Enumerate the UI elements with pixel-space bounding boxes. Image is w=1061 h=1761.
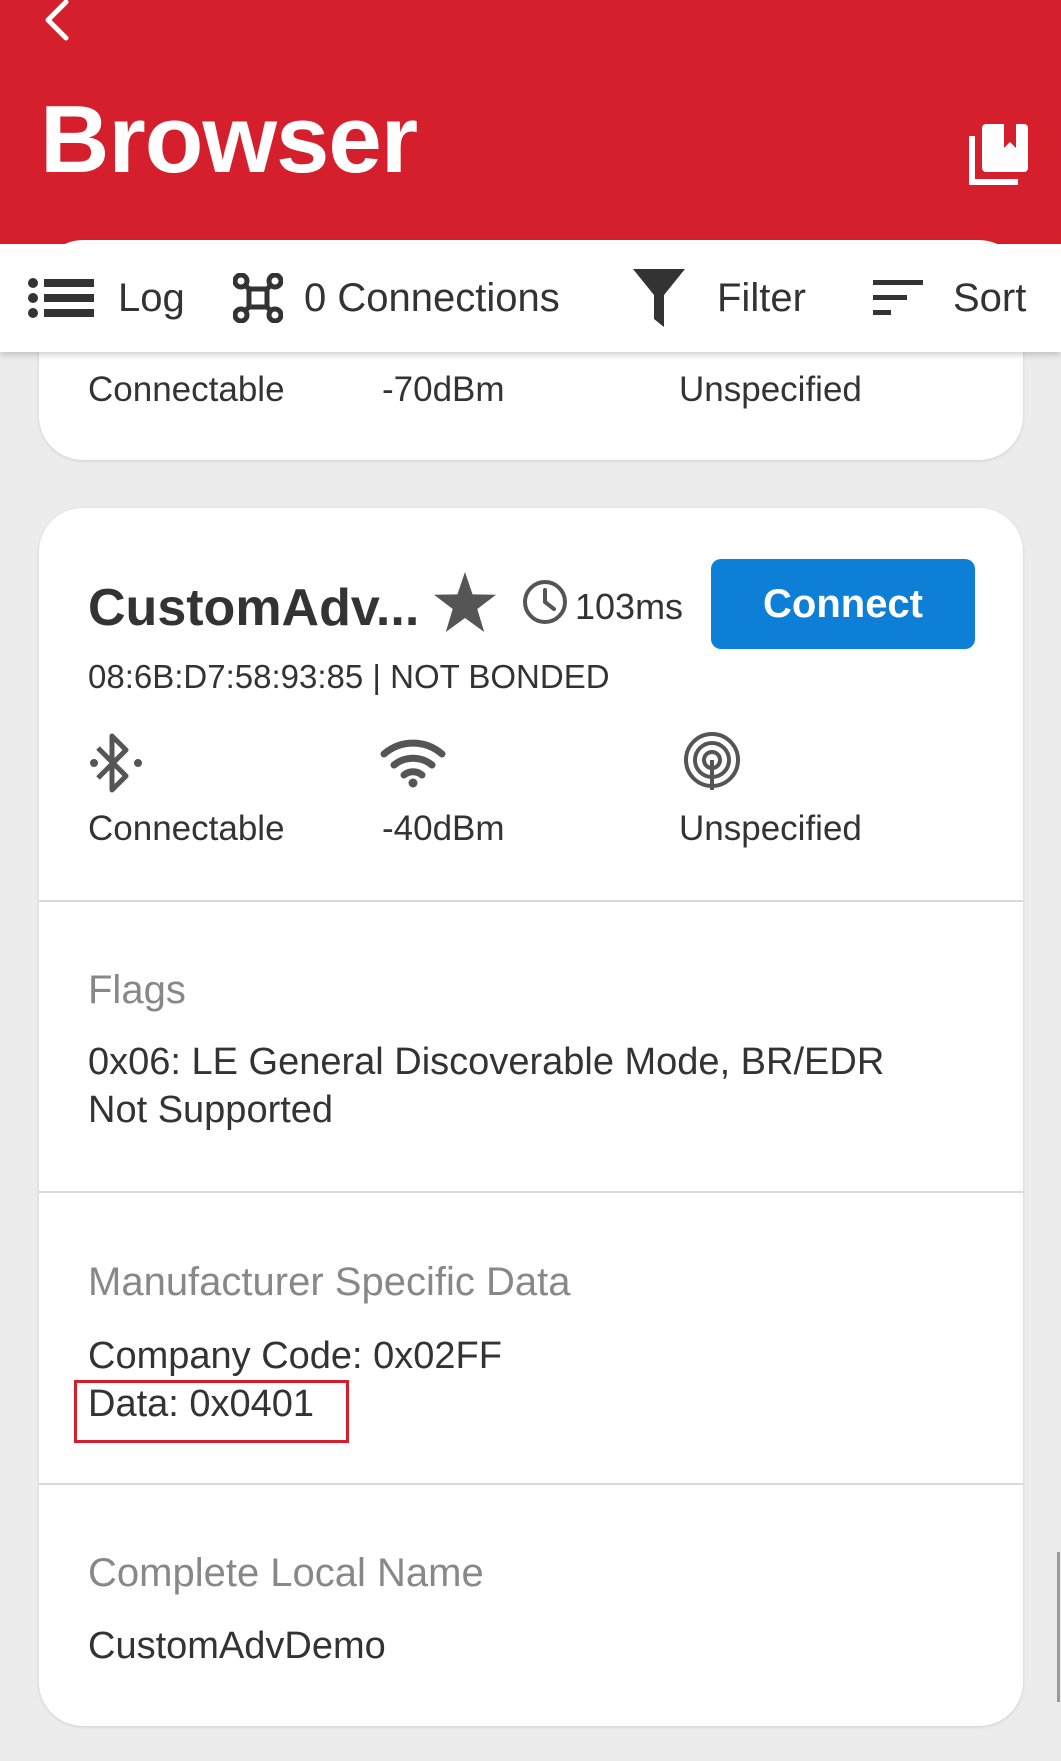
sort-label: Sort [953,275,1027,320]
connections-label: 0 Connections [304,275,560,320]
clock-icon [523,580,567,624]
bookmark-icon [969,124,1028,185]
list-icon [28,278,94,318]
back-button[interactable] [38,0,78,44]
divider [39,900,1023,902]
filter-icon [633,269,685,327]
connections-button[interactable]: 0 Connections [233,244,560,352]
local-name-title: Complete Local Name [88,1551,484,1595]
divider [39,1191,1023,1193]
device-type-label: Unspecified [679,809,862,848]
device-name: CustomAdv... [88,579,420,637]
action-toolbar: Log 0 Connections Filter Sort [0,244,1061,352]
rssi-label: -70dBm [382,370,505,409]
app-header: Browser [0,0,1061,244]
log-button[interactable]: Log [28,244,185,352]
flags-title: Flags [88,968,186,1012]
scrollbar[interactable] [1057,1552,1060,1702]
device-address: 08:6B:D7:58:93:85 | NOT BONDED [88,658,610,695]
bookmarks-button[interactable] [968,122,1030,186]
signal-strength-icon [380,739,446,788]
sort-button[interactable]: Sort [873,244,1026,352]
connectable-label: Connectable [88,809,285,848]
device-type-label: Unspecified [679,370,862,409]
log-label: Log [118,275,185,320]
advertising-interval: 103ms [575,586,684,627]
flags-value-line1: 0x06: LE General Discoverable Mode, BR/E… [88,1041,885,1083]
rssi-label: -40dBm [382,809,505,848]
filter-button[interactable]: Filter [633,244,806,352]
beacon-icon [684,732,740,790]
connect-button[interactable]: Connect [711,559,975,649]
local-name-value: CustomAdvDemo [88,1625,386,1667]
flags-value-line2: Not Supported [88,1089,334,1131]
bluetooth-icon [90,733,142,793]
chevron-left-icon [45,0,69,41]
star-icon[interactable] [434,572,496,632]
connectable-label: Connectable [88,370,285,409]
device-card[interactable]: CustomAdv... 103ms Connect 08:6B:D7:58:9… [39,508,1023,1726]
divider [39,1483,1023,1485]
connections-icon [233,273,283,323]
highlight-box [74,1380,349,1443]
company-code: Company Code: 0x02FF [88,1335,502,1377]
sort-icon [873,280,923,315]
page-title: Browser [40,86,418,193]
manufacturer-data-title: Manufacturer Specific Data [88,1260,571,1304]
filter-label: Filter [717,275,806,320]
